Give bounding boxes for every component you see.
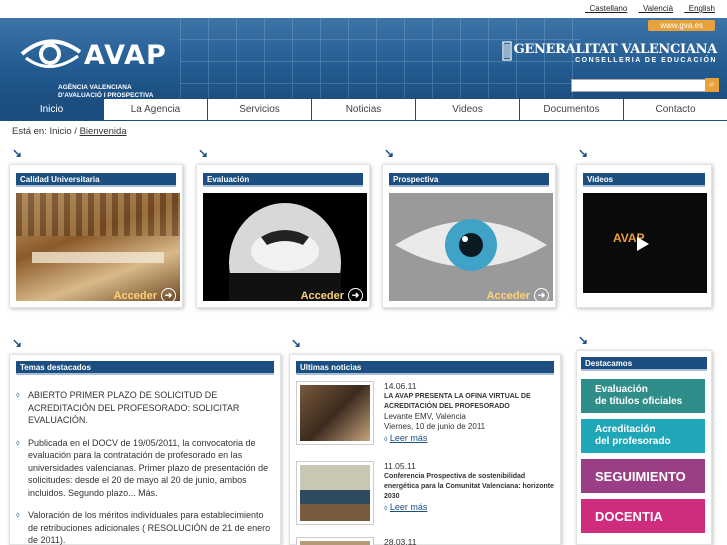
feature-access-button[interactable]: Acceder ➜ (487, 288, 549, 303)
feature-title: Evaluación (203, 173, 363, 187)
gva-link[interactable]: www.gva.es (648, 20, 715, 31)
arrow-right-icon: ➜ (534, 288, 549, 303)
arrow-right-icon: ➜ (161, 288, 176, 303)
shuttle-illustration (229, 203, 341, 301)
feature-title: Calidad Universitaria (16, 173, 176, 187)
feature-access-button[interactable]: Acceder ➜ (301, 288, 363, 303)
news-thumbnail[interactable] (296, 461, 374, 525)
arrow-down-right-icon: ↘ (12, 146, 23, 160)
nav-tab-videos[interactable]: Videos (416, 99, 520, 120)
nav-tab-inicio[interactable]: Inicio (0, 99, 104, 120)
arrow-right-icon: ➜ (348, 288, 363, 303)
news-date: 28.03.11 (384, 537, 417, 545)
destacamos-panel: Destacamos Evaluación de títulos oficial… (576, 350, 712, 545)
list-item[interactable]: Valoración de los méritos individuales p… (16, 509, 274, 545)
breadcrumb-current[interactable]: Bienvenida (80, 126, 127, 137)
access-label: Acceder (486, 289, 530, 302)
arrow-down-right-icon: ↘ (384, 146, 395, 160)
eye-illustration (389, 193, 553, 301)
breadcrumb-prefix: Está en: Inicio / (12, 126, 80, 137)
list-item[interactable]: Publicada en el DOCV de 19/05/2011, la c… (16, 437, 274, 500)
logo-wordmark: AVAP (84, 40, 167, 71)
access-label: Acceder (300, 289, 344, 302)
feature-title: Videos (583, 173, 705, 187)
lang-english-link[interactable]: _English (684, 4, 715, 13)
news-source: Levante EMV, Valencia (384, 411, 466, 421)
site-header: AVAP AGÈNCIA VALENCIANA D'AVALUACIÓ I PR… (0, 18, 727, 98)
bullet-icon: ⬨ (384, 433, 388, 443)
destacamos-evaluacion-titulos[interactable]: Evaluación de títulos oficiales (581, 379, 705, 413)
bullet-icon: ⬨ (384, 502, 388, 512)
arrow-down-right-icon: ↘ (578, 146, 589, 160)
list-item[interactable]: ABIERTO PRIMER PLAZO DE SOLICITUD DE ACR… (16, 389, 274, 427)
avap-logo[interactable]: AVAP AGÈNCIA VALENCIANA D'AVALUACIÓ I PR… (20, 28, 166, 98)
panel-title: Ultimas noticias (296, 361, 554, 375)
news-item: 28.03.11 (296, 537, 558, 545)
feature-access-button[interactable]: Acceder ➜ (114, 288, 176, 303)
breadcrumb: Está en: Inicio / Bienvenida (12, 126, 127, 137)
arrow-down-right-icon: ↘ (12, 336, 23, 350)
nav-tab-noticias[interactable]: Noticias (312, 99, 416, 120)
lang-valencia-link[interactable]: _Valencià (639, 4, 674, 13)
destacamos-acreditacion-profesorado[interactable]: Acreditación del profesorado (581, 419, 705, 453)
destacamos-docentia[interactable]: DOCENTIA (581, 499, 705, 533)
read-more-link[interactable]: Leer más (390, 502, 428, 512)
ultimas-noticias-panel: Ultimas noticias 14.06.11 LA AVAP PRESEN… (289, 354, 561, 545)
conselleria-title: CONSELLERIA DE EDUCACIÓN (575, 57, 717, 64)
news-thumbnail[interactable] (296, 381, 374, 445)
main-nav: Inicio La Agencia Servicios Noticias Vid… (0, 98, 727, 121)
search-icon: ⌕ (709, 79, 715, 90)
nav-tab-documentos[interactable]: Documentos (520, 99, 624, 120)
news-source-date: Viernes, 10 de junio de 2011 (384, 422, 486, 431)
read-more-link[interactable]: Leer más (390, 433, 428, 443)
arrow-down-right-icon: ↘ (291, 336, 302, 350)
lang-castellano-link[interactable]: _Castellano (585, 4, 627, 13)
arrow-down-right-icon: ↘ (198, 146, 209, 160)
feature-prospectiva[interactable]: Prospectiva Acceder ➜ (382, 164, 556, 308)
news-headline[interactable]: Conferencia Prospectiva de sostenibilida… (384, 472, 556, 502)
language-bar: _Castellano _Valencià _English (0, 0, 727, 18)
library-image (16, 193, 180, 301)
generalitat-title: GENERALITAT VALENCIANA (513, 42, 718, 57)
feature-title: Prospectiva (389, 173, 549, 187)
eye-image (389, 193, 553, 301)
generalitat-emblem-icon (501, 41, 512, 61)
destacamos-seguimiento[interactable]: SEGUIMIENTO (581, 459, 705, 493)
logo-subtitle: AGÈNCIA VALENCIANA D'AVALUACIÓ I PROSPEC… (58, 84, 154, 98)
feature-calidad-universitaria[interactable]: Calidad Universitaria Acceder ➜ (9, 164, 183, 308)
nav-tab-la-agencia[interactable]: La Agencia (104, 99, 208, 120)
panel-title: Destacamos (581, 357, 707, 371)
generalitat-brand: GENERALITAT VALENCIANA CONSELLERIA DE ED… (501, 41, 718, 64)
play-icon[interactable] (637, 237, 649, 251)
search-input[interactable] (571, 79, 707, 92)
feature-videos[interactable]: Videos AVAP (576, 164, 712, 308)
feature-evaluacion[interactable]: Evaluación Acceder ➜ (196, 164, 370, 308)
video-player[interactable]: AVAP (583, 193, 707, 293)
nav-tab-servicios[interactable]: Servicios (208, 99, 312, 120)
space-shuttle-image (203, 193, 367, 301)
temas-list: ABIERTO PRIMER PLAZO DE SOLICITUD DE ACR… (16, 389, 274, 545)
arrow-down-right-icon: ↘ (578, 333, 589, 347)
news-item: 11.05.11 Conferencia Prospectiva de sost… (296, 461, 558, 529)
panel-title: Temas destacados (16, 361, 274, 375)
nav-tab-contacto[interactable]: Contacto (624, 99, 727, 120)
news-date: 14.06.11 (384, 381, 417, 391)
news-item: 14.06.11 LA AVAP PRESENTA LA OFINA VIRTU… (296, 381, 558, 449)
news-thumbnail[interactable] (296, 537, 374, 545)
temas-destacados-panel: Temas destacados ABIERTO PRIMER PLAZO DE… (9, 354, 281, 545)
search-button[interactable]: ⌕ (705, 78, 719, 92)
news-date: 11.05.11 (384, 461, 416, 471)
access-label: Acceder (113, 289, 157, 302)
news-headline[interactable]: LA AVAP PRESENTA LA OFINA VIRTUAL DE ACR… (384, 392, 556, 412)
eye-logo-icon (20, 39, 82, 68)
